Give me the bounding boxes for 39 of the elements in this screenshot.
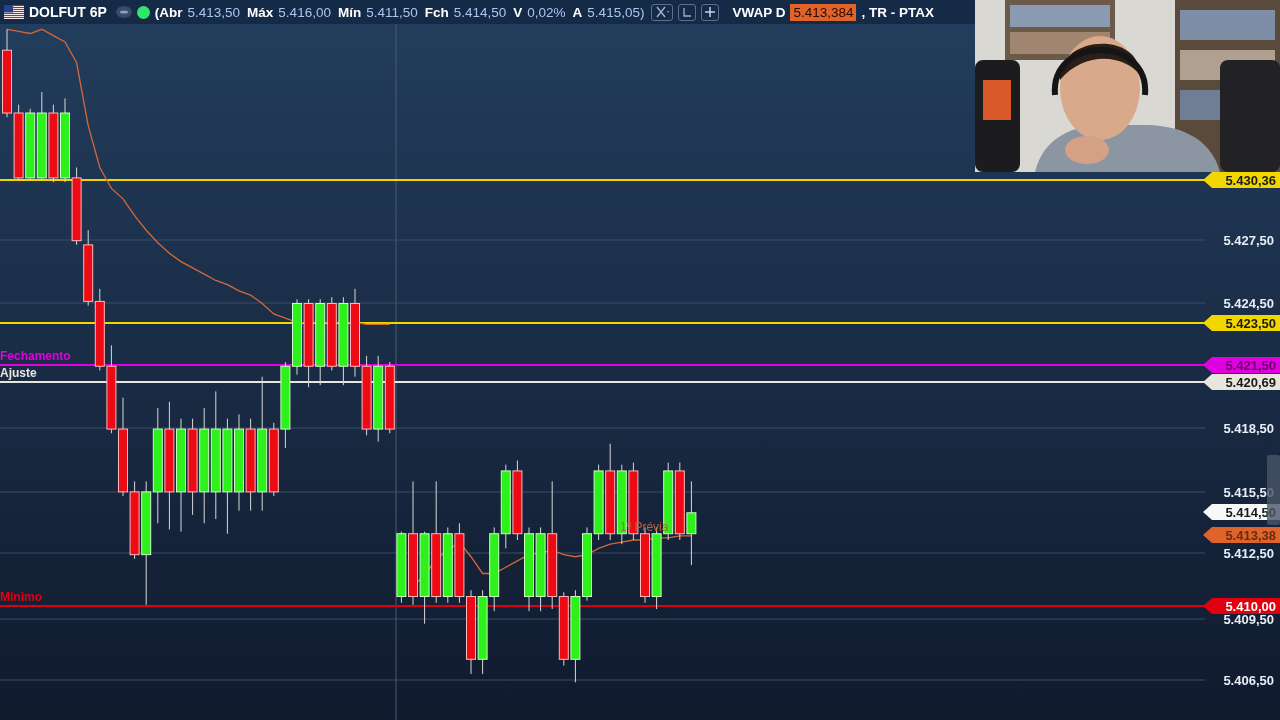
- price-tag: 5.430,36: [1203, 172, 1280, 188]
- price-tag: 5.421,50: [1203, 357, 1280, 373]
- quote-value: 5.414,50: [453, 4, 507, 20]
- price-tag: 5.420,69: [1203, 374, 1280, 390]
- quote-value: 5.416,00: [278, 4, 331, 20]
- axis-label: 5.412,50: [1223, 546, 1274, 561]
- quote-label: V: [513, 4, 523, 20]
- axis-label: 5.418,50: [1223, 421, 1274, 436]
- level-caption: Ajuste: [0, 366, 37, 380]
- quote-label: Mín: [337, 4, 362, 20]
- vwap-source: , TR - PTAX: [861, 4, 934, 20]
- axis-label: 5.409,50: [1223, 612, 1274, 627]
- quote-label: Fch: [424, 4, 449, 20]
- quote-label: (Abr: [154, 4, 183, 20]
- price-tag: 5.413,38: [1203, 527, 1280, 543]
- cursor-tool-button[interactable]: [678, 3, 697, 21]
- quote-label: Máx: [247, 4, 274, 20]
- price-tag: 5.410,00: [1203, 598, 1280, 614]
- flag-icon: [4, 5, 24, 19]
- quote-value: 5.413,50: [187, 4, 241, 20]
- cross-icon: [654, 6, 671, 18]
- add-button[interactable]: [701, 3, 720, 21]
- quote-value: 5.415,05): [587, 4, 645, 20]
- quote-label: A: [572, 4, 583, 20]
- crosshair-tool-button[interactable]: [651, 3, 674, 21]
- vwap-value: 5.413,384: [790, 3, 857, 21]
- level-caption: Mínimo: [0, 590, 42, 604]
- corner-icon: [681, 6, 694, 18]
- axis-label: 5.424,50: [1223, 296, 1274, 311]
- price-tag: 5.423,50: [1203, 315, 1280, 331]
- plus-icon: [704, 6, 717, 18]
- axis-label: 5.427,50: [1223, 233, 1274, 248]
- quote-value: 5.411,50: [366, 4, 418, 20]
- axis-label: 5.406,50: [1223, 673, 1274, 688]
- badge-icon: [115, 6, 132, 18]
- vwap-label: VWAP D: [732, 4, 786, 20]
- quote-value: 0,02%: [527, 4, 566, 20]
- symbol-name: DOLFUT 6P: [29, 4, 107, 20]
- level-caption: Fechamento: [0, 349, 71, 363]
